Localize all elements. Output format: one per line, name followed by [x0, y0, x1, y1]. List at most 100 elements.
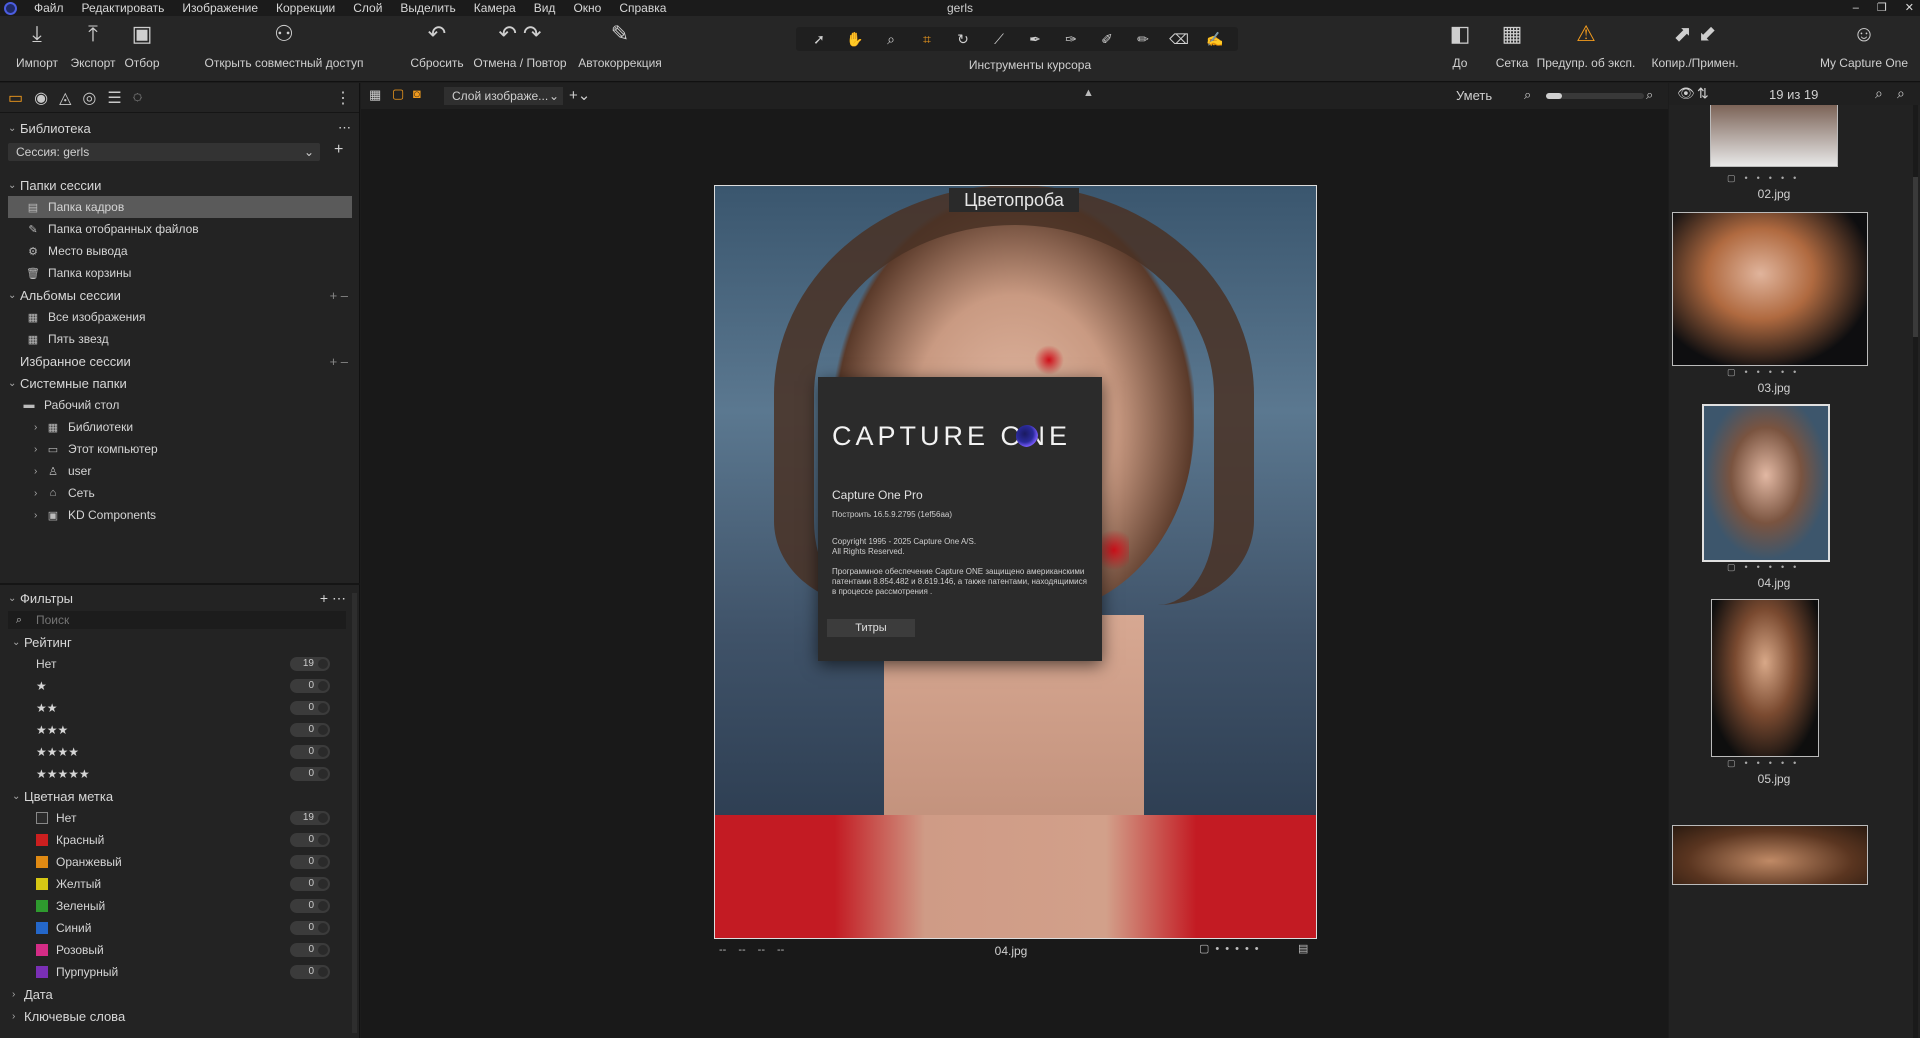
- session-favorites-header[interactable]: Избранное сессии + –: [0, 350, 360, 372]
- desktop-folder[interactable]: ▬ Рабочий стол: [0, 394, 360, 416]
- menu-camera[interactable]: Камера: [465, 0, 525, 16]
- session-select[interactable]: Сессия: gerls ⌄: [8, 143, 320, 161]
- system-folder-kd[interactable]: › ▣ KD Components: [0, 504, 360, 526]
- library-header[interactable]: ⌄ Библиотека ⋯: [0, 117, 359, 139]
- capture-tab-icon[interactable]: ◉: [34, 88, 48, 108]
- color-label-item[interactable]: Синий 0: [0, 917, 354, 939]
- thumbnail-05[interactable]: [1711, 599, 1819, 757]
- color-label-item[interactable]: Зеленый 0: [0, 895, 354, 917]
- fit-label[interactable]: Уметь: [1456, 88, 1492, 103]
- lens-tab-icon[interactable]: ◬: [59, 88, 71, 108]
- credits-button[interactable]: Титры: [827, 619, 915, 637]
- copy-apply-button[interactable]: ⬈ ⬋ Копир./Примен.: [1648, 16, 1742, 82]
- annotation-icon[interactable]: ✍: [1198, 27, 1232, 51]
- menu-help[interactable]: Справка: [610, 0, 675, 16]
- menu-window[interactable]: Окно: [564, 0, 610, 16]
- session-folders-header[interactable]: ⌄ Папки сессии: [0, 174, 360, 196]
- rating-4[interactable]: ★★★★ 0: [0, 741, 354, 763]
- details-tab-icon[interactable]: ◌: [133, 89, 143, 107]
- grid-view-icon[interactable]: ▦: [369, 87, 381, 103]
- system-folder-libraries[interactable]: › ▦ Библиотеки: [0, 416, 360, 438]
- session-albums-header[interactable]: ⌄ Альбомы сессии + –: [0, 284, 360, 306]
- date-header[interactable]: › Дата: [0, 983, 354, 1005]
- zoom-slider-handle[interactable]: [1546, 93, 1562, 99]
- rating-3[interactable]: ★★★ 0: [0, 719, 354, 741]
- color-label-item[interactable]: Нет 19: [0, 807, 354, 829]
- reset-button[interactable]: ↶ Сбросить: [408, 16, 466, 82]
- export-button[interactable]: ⤒ Экспорт: [68, 16, 118, 82]
- thumbnail-rating[interactable]: ▢•••••: [1727, 562, 1805, 573]
- folder-trash[interactable]: 🗑 Папка корзины: [0, 262, 360, 284]
- crop-icon[interactable]: ⌗: [910, 27, 944, 51]
- color-label-item[interactable]: Пурпурный 0: [0, 961, 354, 983]
- color-label-header[interactable]: ⌄ Цветная метка: [0, 785, 354, 807]
- library-tab-icon[interactable]: ▭: [8, 88, 23, 108]
- sort-icon[interactable]: ⇅: [1697, 85, 1709, 102]
- menu-edit[interactable]: Редактировать: [73, 0, 174, 16]
- gradient-icon[interactable]: ✏: [1126, 27, 1160, 51]
- filter-search[interactable]: ⌕: [8, 611, 346, 629]
- menu-adjustments[interactable]: Коррекции: [267, 0, 344, 16]
- color-label-item[interactable]: Желтый 0: [0, 873, 354, 895]
- thumbnail-04[interactable]: [1702, 404, 1830, 562]
- picker-icon[interactable]: ✒: [1018, 27, 1052, 51]
- system-folder-user[interactable]: › ♙ user: [0, 460, 360, 482]
- color-label-item[interactable]: Оранжевый 0: [0, 851, 354, 873]
- keywords-header[interactable]: › Ключевые слова: [0, 1005, 354, 1027]
- system-folder-computer[interactable]: › ▭ Этот компьютер: [0, 438, 360, 460]
- single-view-icon[interactable]: ▢: [392, 86, 404, 102]
- color-label-item[interactable]: Розовый 0: [0, 939, 354, 961]
- before-button[interactable]: ◧ До: [1436, 16, 1484, 82]
- brush-icon[interactable]: ✐: [1090, 27, 1124, 51]
- exposure-warning-button[interactable]: ⚠ Предупр. об эксп.: [1536, 16, 1636, 82]
- color-tab-icon[interactable]: ◎: [82, 88, 96, 108]
- filters-scrollbar[interactable]: [352, 593, 357, 1033]
- zoom-in-icon[interactable]: ⌕: [1646, 87, 1653, 103]
- minimize-icon[interactable]: –: [1853, 0, 1859, 16]
- browser-scrollbar[interactable]: [1913, 105, 1918, 1038]
- loupe-icon[interactable]: ⌕: [874, 27, 908, 51]
- rating-header[interactable]: ⌄ Рейтинг: [0, 631, 354, 653]
- more-icon[interactable]: ⋮: [335, 88, 351, 108]
- add-remove-icon[interactable]: + –: [330, 354, 348, 369]
- color-label-item[interactable]: Красный 0: [0, 829, 354, 851]
- filters-header[interactable]: ⌄ Фильтры + ⋯: [0, 587, 354, 609]
- zoom-slider[interactable]: [1546, 93, 1644, 99]
- menu-file[interactable]: Файл: [25, 0, 73, 16]
- rating-2[interactable]: ★★ 0: [0, 697, 354, 719]
- menu-layer[interactable]: Слой: [344, 0, 391, 16]
- add-session-icon[interactable]: +: [334, 141, 343, 159]
- browser-scrollbar-thumb[interactable]: [1913, 177, 1918, 337]
- thumbnail-03[interactable]: [1672, 212, 1868, 366]
- zoom-icon[interactable]: ⌕: [1875, 85, 1883, 102]
- search-icon[interactable]: ⌕: [1897, 85, 1905, 102]
- album-all[interactable]: ▦ Все изображения: [0, 306, 360, 328]
- rating-none[interactable]: Нет 19: [0, 653, 354, 675]
- system-folders-header[interactable]: ⌄ Системные папки: [0, 372, 360, 394]
- add-remove-icon[interactable]: + –: [330, 288, 348, 303]
- rating-1[interactable]: ★ 0: [0, 675, 354, 697]
- eye-icon[interactable]: 👁: [1677, 85, 1695, 102]
- import-button[interactable]: ⤓ Импорт: [14, 16, 60, 82]
- triangle-up-icon[interactable]: ▲: [1083, 87, 1094, 99]
- keystone-icon[interactable]: ⟋: [982, 27, 1016, 51]
- menu-view[interactable]: Вид: [525, 0, 565, 16]
- proof-view-icon[interactable]: ◙: [413, 86, 421, 101]
- pointer-icon[interactable]: ➚: [802, 27, 836, 51]
- filter-search-input[interactable]: [34, 612, 294, 628]
- layer-select[interactable]: Слой изображе... ⌄: [444, 87, 563, 105]
- add-filter-icon[interactable]: + ⋯: [320, 590, 346, 607]
- thumbnail-02[interactable]: [1710, 105, 1838, 167]
- system-folder-network[interactable]: › ⌂ Сеть: [0, 482, 360, 504]
- spot-removal-icon[interactable]: ✑: [1054, 27, 1088, 51]
- thumbnail-rating[interactable]: ▢•••••: [1727, 758, 1805, 769]
- maximize-icon[interactable]: ❐: [1877, 0, 1887, 16]
- add-layer-icon[interactable]: +⌄: [569, 86, 590, 104]
- autocorrect-button[interactable]: ✎ Автокоррекция: [574, 16, 666, 82]
- menu-select[interactable]: Выделить: [391, 0, 464, 16]
- folder-capture[interactable]: ▤ Папка кадров: [8, 196, 352, 218]
- album-five-stars[interactable]: ▦ Пять звезд: [0, 328, 360, 350]
- share-button[interactable]: ⚇ Открыть совместный доступ: [204, 16, 364, 82]
- folder-output[interactable]: ⚙ Место вывода: [0, 240, 360, 262]
- rotate-icon[interactable]: ↻: [946, 27, 980, 51]
